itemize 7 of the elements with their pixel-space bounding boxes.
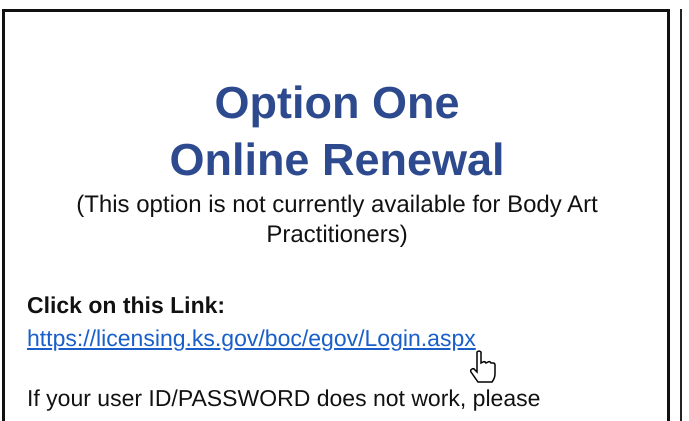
heading: Option One: [214, 76, 460, 130]
heading: Online Renewal: [169, 133, 505, 187]
note-text: (This option is not currently available for Body Art Practitioners): [75, 190, 599, 250]
hand-cursor-icon: [468, 350, 496, 384]
link-label: Click on this Link:: [27, 291, 226, 320]
instructions-text: If your user ID/PASSWORD does not work, please: [27, 384, 540, 413]
login-link[interactable]: https://licensing.ks.gov/boc/egov/Login.aspx: [27, 323, 476, 353]
